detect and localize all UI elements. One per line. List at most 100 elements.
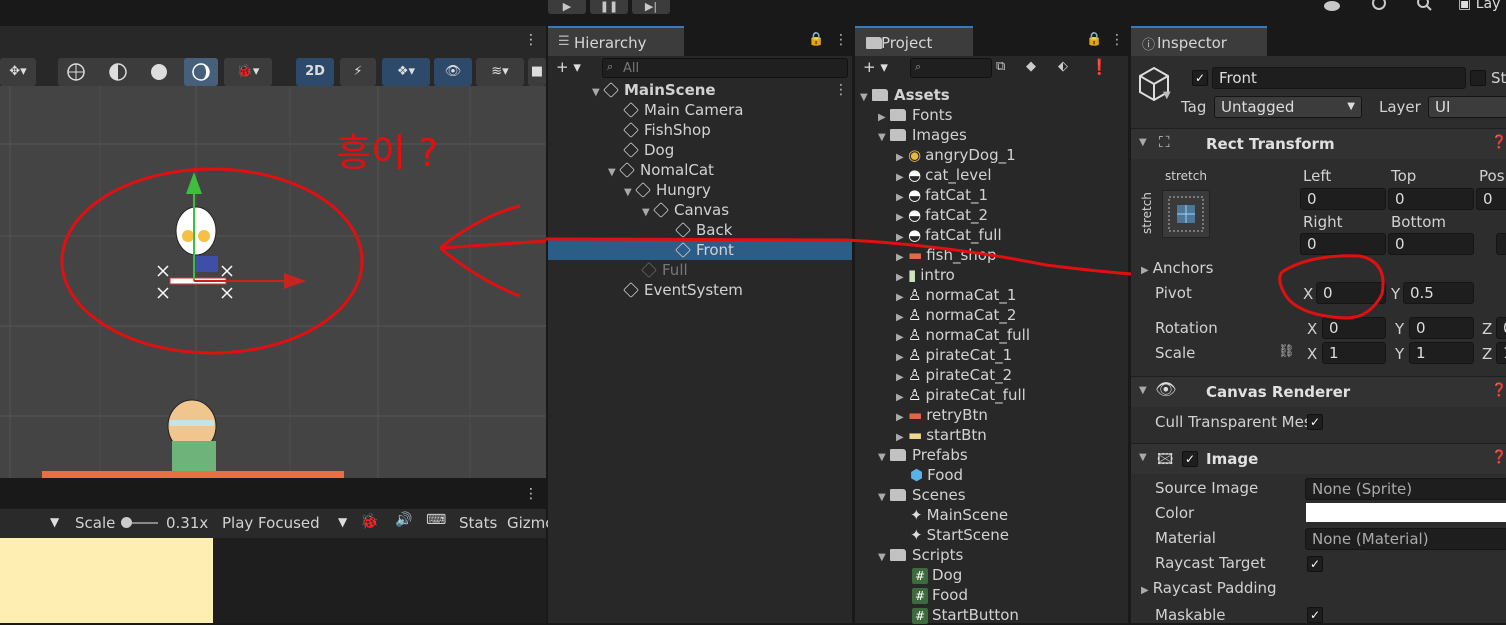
project-asset[interactable]: # Dog	[912, 565, 962, 585]
collapse-icon[interactable]: ▼	[1139, 385, 1147, 396]
image-component-header[interactable]: ▼ 🖾 ✓ Image ❓	[1131, 443, 1506, 474]
search-icon[interactable]	[1416, 0, 1434, 11]
expand-icon[interactable]: ▶	[1141, 265, 1149, 276]
display-dropdown-icon[interactable]: ▼	[50, 515, 59, 529]
project-asset[interactable]: ▶ ♙ pirateCat_1	[896, 345, 1012, 365]
history-icon[interactable]	[1370, 0, 1388, 11]
constrain-proportions-icon[interactable]: ⛓	[1278, 344, 1295, 359]
project-menu-icon[interactable]: ⋮	[1110, 32, 1124, 48]
scene-menu-icon[interactable]: ⋮	[834, 82, 848, 98]
hierarchy-search-input[interactable]: All	[602, 58, 848, 78]
lighting-toggle-button[interactable]: ⚡	[340, 58, 376, 86]
hierarchy-item-canvas[interactable]: ▼ Canvas	[642, 200, 729, 220]
search-by-type-icon[interactable]: ⧉	[996, 59, 1005, 74]
expand-icon[interactable]: ▼	[592, 83, 604, 103]
visibility-button[interactable]: 👁	[434, 58, 472, 86]
tag-dropdown[interactable]: Untagged ▼	[1214, 96, 1362, 118]
game-menu-icon[interactable]: ⋮	[524, 486, 538, 502]
lock-icon[interactable]: 🔒	[808, 32, 824, 47]
project-search-input[interactable]	[910, 58, 992, 78]
left-field[interactable]: 0	[1300, 188, 1386, 210]
maskable-checkbox[interactable]: ✓	[1307, 607, 1323, 623]
scene-viewport[interactable]: 흥이 ?	[0, 86, 546, 478]
play-mode-dropdown[interactable]: Play Focused	[222, 513, 320, 533]
project-folder-prefabs[interactable]: ▼ Prefabs	[878, 445, 968, 465]
expand-icon[interactable]: ▶	[1141, 585, 1149, 596]
project-asset[interactable]: ▶ ▬ retryBtn	[896, 405, 988, 425]
help-icon[interactable]: ❓	[1491, 135, 1506, 150]
source-image-field[interactable]: None (Sprite)	[1305, 478, 1506, 500]
project-folder-scenes[interactable]: ▼ Scenes	[878, 485, 966, 505]
raycast-padding-foldout[interactable]: ▶ Raycast Padding	[1141, 578, 1277, 601]
filter-icon[interactable]: ◆	[1026, 59, 1036, 74]
project-asset[interactable]: ✦ StartScene	[910, 525, 1009, 545]
project-asset[interactable]: ▶ ♙ normaCat_2	[896, 305, 1016, 325]
color-swatch[interactable]	[1306, 503, 1506, 522]
hierarchy-item-nomalcat[interactable]: ▼ NomalCat	[608, 160, 714, 180]
effects-button[interactable]: ❖▾	[382, 58, 430, 86]
project-asset[interactable]: ▶ ♙ pirateCat_full	[896, 385, 1026, 405]
stats-button[interactable]: Stats	[459, 513, 497, 533]
cat-sprite[interactable]	[169, 206, 227, 285]
wireframe-icon[interactable]	[66, 62, 86, 86]
keyboard-icon[interactable]: ⌨	[426, 512, 446, 528]
hierarchy-item-dog[interactable]: Dog	[623, 140, 674, 160]
pause-button[interactable]: ❚❚	[590, 0, 628, 14]
project-asset[interactable]: # StartButton	[912, 605, 1019, 625]
pos-field[interactable]: 0	[1476, 188, 1506, 210]
project-folder-scripts[interactable]: ▼ Scripts	[878, 545, 963, 565]
project-asset[interactable]: ▶ ◉ angryDog_1	[896, 145, 1016, 165]
project-asset[interactable]: ▶ ◓ fatCat_2	[896, 205, 988, 225]
raw-edit-button[interactable]	[1496, 233, 1506, 255]
scale-y-field[interactable]: 1	[1409, 342, 1474, 364]
hierarchy-item-hungry[interactable]: ▼ Hungry	[624, 180, 711, 200]
hierarchy-scene[interactable]: ▼ MainScene	[592, 80, 716, 100]
scale-z-field[interactable]: 1	[1496, 342, 1506, 364]
object-name-field[interactable]: Front	[1212, 67, 1466, 89]
scale-x-field[interactable]: 1	[1322, 342, 1386, 364]
project-asset[interactable]: ▶ ♙ pirateCat_2	[896, 365, 1012, 385]
project-folder-fonts[interactable]: ▶ Fonts	[878, 105, 952, 125]
lock-icon[interactable]: 🔒	[1086, 32, 1102, 47]
top-field[interactable]: 0	[1388, 188, 1474, 210]
step-button[interactable]: ▶|	[632, 0, 670, 14]
project-asset[interactable]: ▶ ◓ fatCat_1	[896, 185, 988, 205]
collapse-icon[interactable]: ▼	[1139, 137, 1147, 148]
debug-draw-button[interactable]: 🐞▾	[224, 58, 272, 86]
hierarchy-item-fishshop[interactable]: FishShop	[623, 120, 711, 140]
project-asset[interactable]: # Food	[912, 585, 968, 605]
cloud-icon[interactable]	[1322, 0, 1342, 12]
project-folder-images[interactable]: ▼ Images	[878, 125, 967, 145]
dog-sprite[interactable]	[42, 399, 344, 478]
rotation-z-field[interactable]: 0	[1496, 317, 1506, 339]
rect-transform-header[interactable]: ▼ ⛶ Rect Transform ❓	[1131, 128, 1506, 159]
layers-dropdown[interactable]: ▣ Lay	[1458, 0, 1500, 12]
label-icon[interactable]: ⬖	[1058, 59, 1068, 74]
more-scene-button[interactable]: ■	[528, 58, 546, 86]
project-assets-folder[interactable]: ▼ Assets	[860, 85, 950, 105]
material-field[interactable]: None (Material)	[1305, 528, 1506, 550]
pivot-tool-button[interactable]: ✥▾	[0, 58, 36, 86]
project-asset[interactable]: ▶ ▬ startBtn	[896, 425, 987, 445]
pivot-y-field[interactable]: 0.5	[1403, 282, 1474, 304]
layer-dropdown[interactable]: UI	[1428, 96, 1506, 118]
help-icon[interactable]: ❓	[1491, 450, 1506, 465]
shaded-icon[interactable]	[149, 62, 169, 86]
image-enabled-checkbox[interactable]: ✓	[1182, 451, 1198, 467]
bug-icon[interactable]: 🐞	[360, 512, 379, 530]
collapse-icon[interactable]: ▼	[1139, 452, 1147, 463]
bottom-field[interactable]: 0	[1388, 233, 1474, 255]
hierarchy-item-main-camera[interactable]: Main Camera	[623, 100, 743, 120]
rotation-y-field[interactable]: 0	[1409, 317, 1474, 339]
create-asset-button[interactable]: + ▾	[863, 58, 888, 76]
audio-icon[interactable]: 🔊	[395, 512, 412, 528]
scale-slider-handle[interactable]	[121, 517, 132, 528]
anchors-foldout[interactable]: ▶ Anchors	[1141, 258, 1213, 281]
shaded-wireframe-icon[interactable]	[108, 62, 128, 86]
x-axis-arrow-icon[interactable]	[284, 273, 306, 289]
raycast-target-checkbox[interactable]: ✓	[1307, 556, 1323, 572]
icon-dropdown-icon[interactable]: ▼	[1163, 90, 1171, 101]
hierarchy-menu-icon[interactable]: ⋮	[834, 32, 848, 48]
active-checkbox[interactable]: ✓	[1192, 70, 1208, 86]
help-icon[interactable]: ❓	[1491, 383, 1506, 398]
